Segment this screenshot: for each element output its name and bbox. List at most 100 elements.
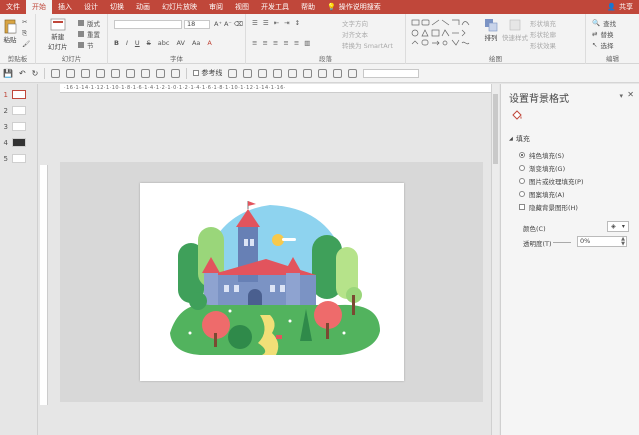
grow-shrink-font[interactable]: A⁺ A⁻ ⌫ bbox=[214, 20, 243, 28]
toolbar-icon[interactable] bbox=[258, 68, 268, 78]
hide-background-checkbox[interactable]: 隐藏背景图形(H) bbox=[519, 202, 578, 212]
pane-options-chevron-icon[interactable]: ▾ bbox=[619, 92, 623, 100]
reference-line-checkbox[interactable]: 参考线 bbox=[193, 68, 222, 78]
shape-fill-button[interactable]: 形状填充 bbox=[530, 18, 556, 28]
strike-button[interactable]: S bbox=[147, 39, 151, 47]
copy-icon[interactable]: ⎘ bbox=[22, 29, 27, 38]
save-icon[interactable]: 💾 bbox=[3, 69, 13, 78]
tab-slideshow[interactable]: 幻灯片放映 bbox=[156, 0, 203, 14]
thumbnail-3[interactable]: 3 bbox=[0, 122, 26, 131]
toolbar-icon[interactable] bbox=[96, 68, 106, 78]
align-left-icon[interactable]: ≡ bbox=[252, 39, 257, 47]
numbering-icon[interactable]: ☰ bbox=[263, 19, 269, 27]
text-direction-button[interactable]: 文字方向 bbox=[342, 18, 368, 28]
font-size-box[interactable]: 18 bbox=[184, 20, 210, 29]
section-button[interactable]: 节 bbox=[78, 40, 94, 50]
qat-dropdown[interactable] bbox=[363, 68, 420, 78]
new-slide-button[interactable]: 新建 幻灯片 bbox=[48, 18, 68, 51]
spacing-button[interactable]: AV bbox=[176, 39, 184, 47]
transparency-spinner[interactable]: 0% ▲ ▼ bbox=[577, 236, 627, 247]
align-center-icon[interactable]: ≡ bbox=[262, 39, 267, 47]
close-icon[interactable]: ✕ bbox=[627, 90, 634, 99]
toolbar-icon[interactable] bbox=[228, 68, 238, 78]
paint-bucket-icon[interactable] bbox=[510, 109, 524, 123]
toolbar-icon[interactable] bbox=[303, 68, 313, 78]
bullets-icon[interactable]: ☰ bbox=[252, 19, 258, 27]
select-button[interactable]: ↖ 选择 bbox=[592, 40, 613, 50]
tab-design[interactable]: 设计 bbox=[78, 0, 104, 14]
pattern-fill-radio[interactable]: 图案填充(A) bbox=[519, 189, 565, 199]
align-right-icon[interactable]: ≡ bbox=[273, 39, 278, 47]
tab-developer[interactable]: 开发工具 bbox=[255, 0, 295, 14]
solid-fill-radio[interactable]: 纯色填充(S) bbox=[519, 150, 564, 160]
font-color-button[interactable]: A bbox=[207, 39, 211, 47]
line-spacing-icon[interactable]: ↕ bbox=[295, 19, 300, 27]
thumbnail-4[interactable]: 4 bbox=[0, 138, 26, 147]
layout-button[interactable]: 版式 bbox=[78, 18, 100, 28]
distribute-icon[interactable]: ≡ bbox=[294, 39, 299, 47]
toolbar-icon[interactable] bbox=[141, 68, 151, 78]
toolbar-icon[interactable] bbox=[66, 68, 76, 78]
underline-button[interactable]: U bbox=[135, 39, 140, 47]
cut-icon[interactable]: ✂ bbox=[22, 18, 27, 26]
outdent-icon[interactable]: ⇥ bbox=[284, 19, 289, 27]
tab-review[interactable]: 审阅 bbox=[203, 0, 229, 14]
gradient-fill-radio[interactable]: 渐变填充(G) bbox=[519, 163, 565, 173]
tab-insert[interactable]: 插入 bbox=[52, 0, 78, 14]
toolbar-icon[interactable] bbox=[318, 68, 328, 78]
indent-icon[interactable]: ⇤ bbox=[274, 19, 279, 27]
tab-animations[interactable]: 动画 bbox=[130, 0, 156, 14]
toolbar-icon[interactable] bbox=[126, 68, 136, 78]
transparency-slider[interactable] bbox=[553, 242, 571, 243]
tab-file[interactable]: 文件 bbox=[0, 0, 26, 14]
toolbar-icon[interactable] bbox=[51, 68, 61, 78]
arrange-button[interactable]: 排列 bbox=[484, 18, 498, 42]
justify-icon[interactable]: ≡ bbox=[283, 39, 288, 47]
toolbar-icon[interactable] bbox=[171, 68, 181, 78]
smartart-button[interactable]: 转换为 SmartArt bbox=[342, 40, 393, 50]
paste-button[interactable]: 粘贴 bbox=[3, 18, 17, 44]
toolbar-icon[interactable] bbox=[273, 68, 283, 78]
align-text-button[interactable]: 对齐文本 bbox=[342, 29, 368, 39]
tab-view[interactable]: 视图 bbox=[229, 0, 255, 14]
replace-button[interactable]: ⇄ 替换 bbox=[592, 29, 613, 39]
color-picker-button[interactable]: ◈ ▾ bbox=[607, 221, 629, 232]
change-case-button[interactable]: Aa bbox=[192, 39, 200, 47]
toolbar-icon[interactable] bbox=[111, 68, 121, 78]
thumbnail-2[interactable]: 2 bbox=[0, 106, 26, 115]
quick-styles-button[interactable]: 快速样式 bbox=[502, 18, 528, 42]
redo-icon[interactable]: ↻ bbox=[32, 69, 39, 78]
toolbar-icon[interactable] bbox=[156, 68, 166, 78]
reset-button[interactable]: 重置 bbox=[78, 29, 100, 39]
tab-transitions[interactable]: 切换 bbox=[104, 0, 130, 14]
format-painter-icon[interactable]: 🖌 bbox=[22, 40, 30, 48]
shape-effects-button[interactable]: 形状效果 bbox=[530, 40, 556, 50]
strikethrough-abc-button[interactable]: abc bbox=[158, 39, 170, 47]
fill-section-header[interactable]: ◢ 填充 bbox=[509, 134, 530, 144]
italic-button[interactable]: I bbox=[126, 39, 128, 47]
thumbnail-1[interactable]: 1 bbox=[0, 90, 26, 99]
columns-icon[interactable]: ▥ bbox=[304, 39, 310, 47]
toolbar-icon[interactable] bbox=[81, 68, 91, 78]
tab-home[interactable]: 开始 bbox=[26, 0, 52, 14]
font-name-box[interactable] bbox=[114, 20, 182, 29]
slide[interactable] bbox=[140, 183, 404, 381]
arrange-icon bbox=[485, 19, 498, 32]
bold-button[interactable]: B bbox=[114, 39, 119, 47]
undo-icon[interactable]: ↶ bbox=[19, 69, 26, 78]
toolbar-icon[interactable] bbox=[288, 68, 298, 78]
toolbar-icon[interactable] bbox=[348, 68, 358, 78]
spinner-arrows-icon[interactable]: ▲ ▼ bbox=[621, 237, 625, 247]
vertical-scrollbar[interactable] bbox=[491, 84, 499, 435]
thumbnail-5[interactable]: 5 bbox=[0, 154, 26, 163]
tell-me-search[interactable]: 💡 操作说明搜索 bbox=[321, 2, 381, 12]
find-button[interactable]: 🔍 查找 bbox=[592, 18, 616, 28]
scrollbar-thumb[interactable] bbox=[493, 94, 498, 164]
picture-fill-radio[interactable]: 图片或纹理填充(P) bbox=[519, 176, 584, 186]
tab-help[interactable]: 帮助 bbox=[295, 0, 321, 14]
shapes-gallery[interactable] bbox=[410, 18, 478, 48]
toolbar-icon[interactable] bbox=[333, 68, 343, 78]
toolbar-icon[interactable] bbox=[243, 68, 253, 78]
shape-outline-button[interactable]: 形状轮廓 bbox=[530, 29, 556, 39]
share-button[interactable]: 👤 共享 bbox=[607, 0, 633, 14]
